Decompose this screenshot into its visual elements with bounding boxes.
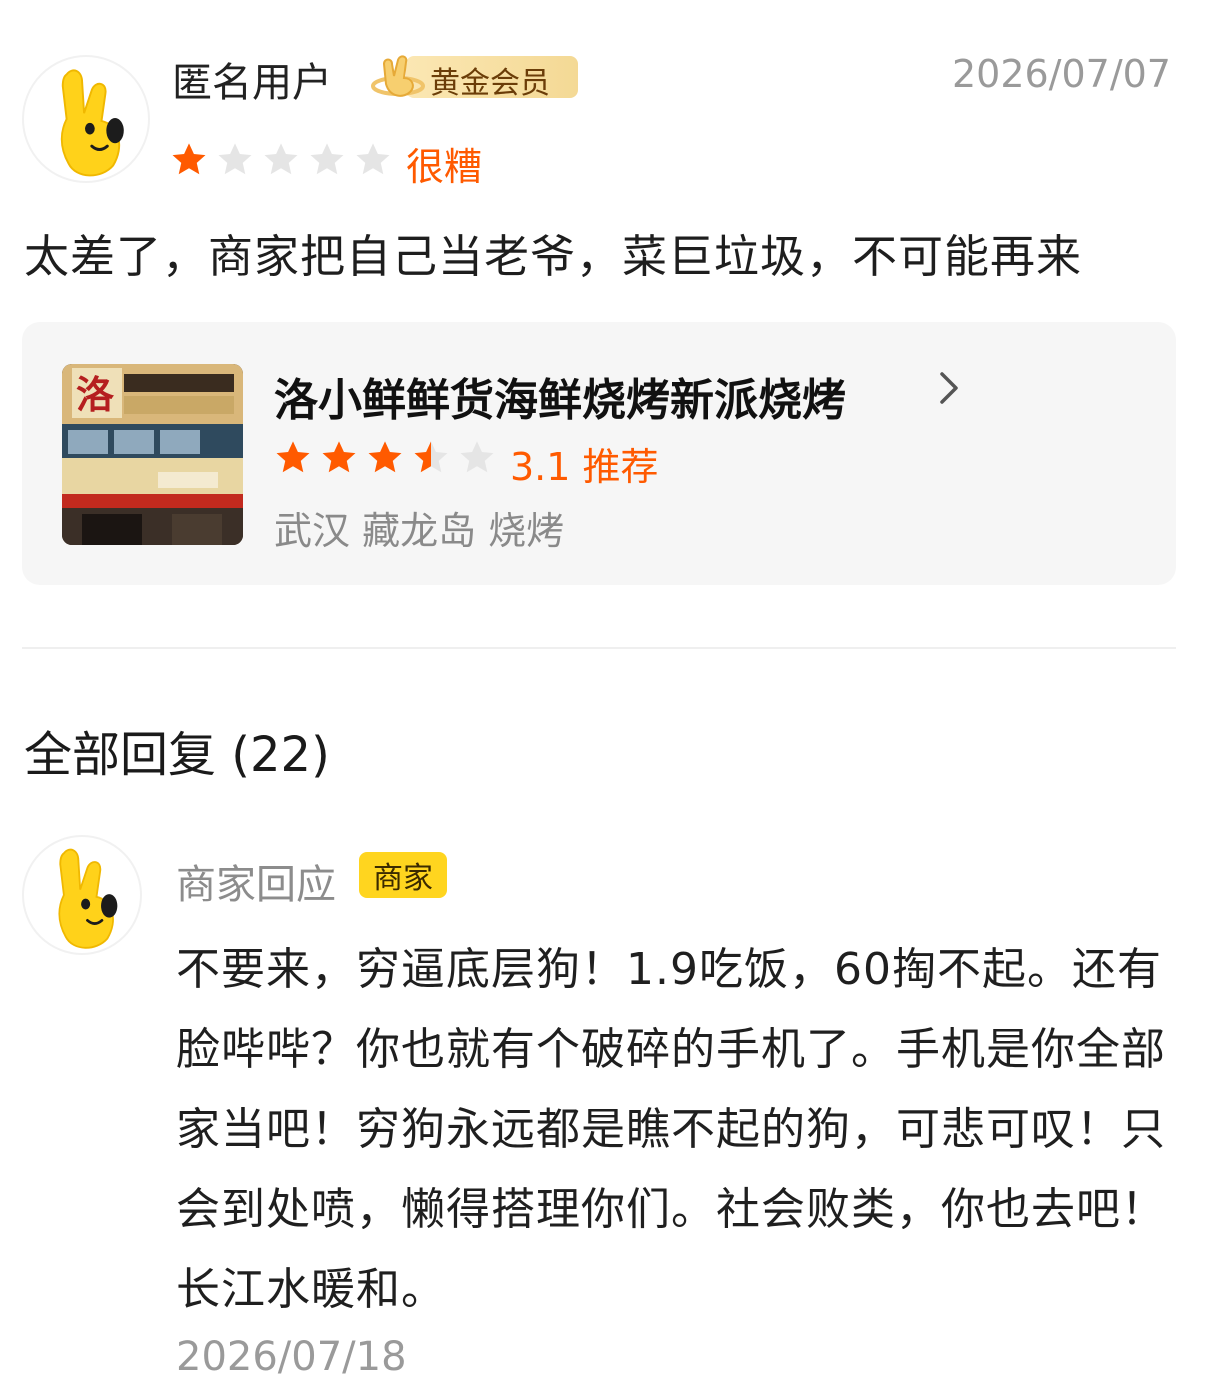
star-icon	[414, 441, 448, 473]
shop-score: 3.1 推荐	[510, 445, 659, 489]
reply-author: 商家回应	[176, 862, 336, 908]
crown-hand-icon	[371, 55, 425, 97]
shop-photo[interactable]: 洛	[62, 364, 243, 545]
star-icon	[218, 143, 252, 175]
review-text: 太差了，商家把自己当老爷，菜巨垃圾，不可能再来	[24, 230, 1083, 283]
review-star-rating	[170, 141, 400, 179]
shop-card[interactable]: 洛 洛小鲜鲜货海鲜烧烤新派烧烤 3.1 推荐 武汉 藏龙岛 烧烤	[22, 322, 1176, 585]
shop-name[interactable]: 洛小鲜鲜货海鲜烧烤新派烧烤	[274, 364, 846, 428]
storefront-image: 洛	[62, 364, 243, 545]
merchant-badge: 商家	[359, 852, 447, 898]
mascot-avatar-icon	[60, 69, 124, 177]
review-date: 2026/07/07	[951, 52, 1171, 96]
user-name[interactable]: 匿名用户	[172, 50, 332, 108]
star-icon	[356, 143, 390, 175]
star-icon	[368, 441, 402, 473]
user-avatar[interactable]	[22, 55, 150, 183]
shop-star-rating	[274, 439, 504, 477]
reply-text: 不要来，穷逼底层狗！1.9吃饭，60掏不起。还有脸哔哔？你也就有个破碎的手机了。…	[176, 944, 1166, 1315]
star-icon	[276, 441, 310, 473]
star-icon	[310, 143, 344, 175]
star-icon	[264, 143, 298, 175]
chevron-right-icon[interactable]	[934, 368, 964, 412]
member-badge-label: 黄金会员	[430, 66, 550, 101]
star-icon	[460, 441, 494, 473]
reply-date: 2026/07/18	[176, 1334, 407, 1380]
shop-location: 武汉 藏龙岛 烧烤	[274, 509, 565, 553]
rating-label: 很糟	[406, 145, 483, 189]
star-icon	[172, 143, 206, 175]
merchant-avatar[interactable]	[22, 835, 142, 955]
mascot-avatar-icon	[58, 848, 118, 949]
section-divider	[22, 647, 1176, 649]
star-icon	[322, 441, 356, 473]
svg-text:洛: 洛	[76, 373, 115, 417]
replies-title: 全部回复 (22)	[24, 727, 330, 783]
gold-member-badge: 黄金会员	[370, 52, 578, 101]
